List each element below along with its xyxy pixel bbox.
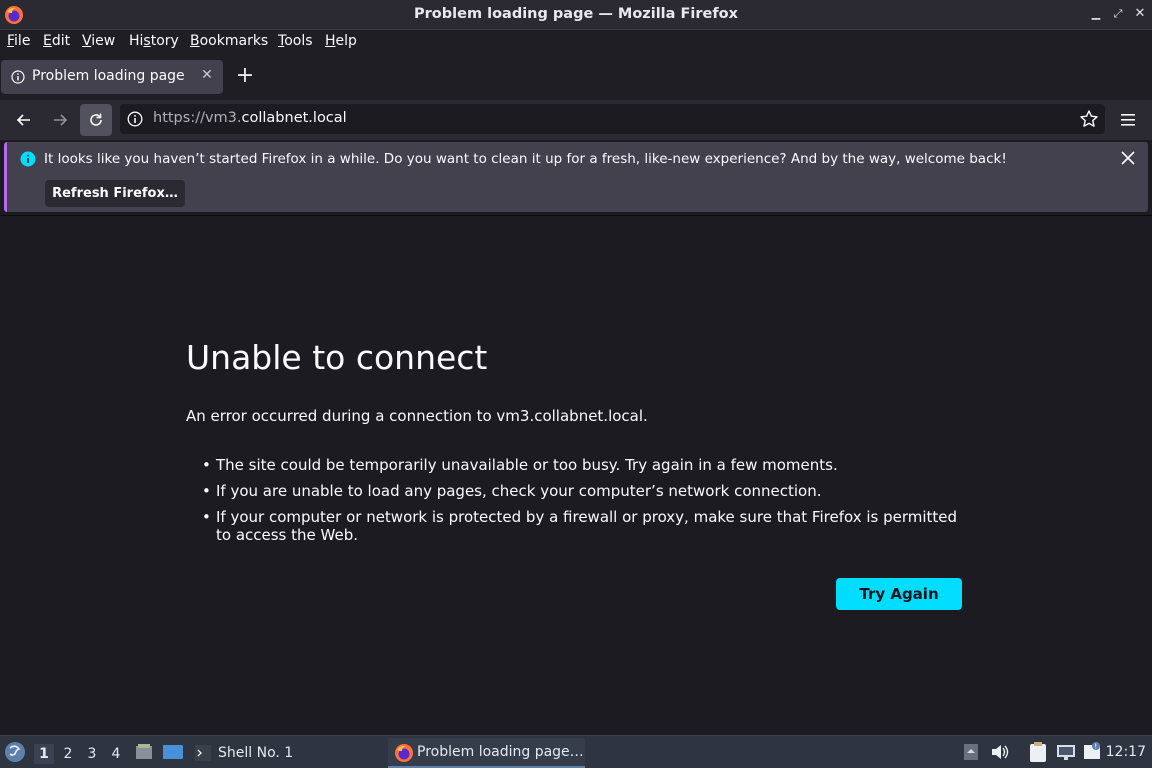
back-button[interactable] (8, 104, 40, 136)
menubar: File Edit View History Bookmarks Tools H… (0, 30, 1152, 54)
reload-icon (90, 113, 102, 126)
error-description: An error occurred during a connection to… (186, 407, 648, 425)
tray-up-icon[interactable] (962, 743, 980, 761)
network-icon[interactable] (1055, 743, 1077, 761)
file-manager-icon[interactable] (134, 742, 154, 762)
svg-text:!: ! (1094, 743, 1097, 751)
list-item: If your computer or network is protected… (202, 508, 976, 544)
hamburger-icon[interactable] (1118, 110, 1138, 130)
workspace-2[interactable]: 2 (58, 744, 78, 764)
terminal-icon (195, 745, 211, 761)
close-window-icon[interactable]: ✕ (1132, 6, 1148, 22)
volume-icon[interactable] (990, 743, 1010, 761)
nav-toolbar: https://vm3.collabnet.local (0, 100, 1152, 140)
notification-text: It looks like you haven’t started Firefo… (44, 151, 1007, 167)
arrow-left-icon (16, 114, 30, 126)
page-title: Unable to connect (186, 338, 488, 377)
list-item: If you are unable to load any pages, che… (202, 482, 976, 500)
clipboard-icon[interactable] (1028, 741, 1048, 763)
star-icon[interactable] (1079, 109, 1099, 129)
tab-close-icon[interactable]: ✕ (199, 67, 215, 85)
list-item: The site could be temporarily unavailabl… (202, 456, 976, 474)
workspace-3[interactable]: 3 (82, 744, 102, 764)
task-firefox-label: Problem loading page… (417, 744, 584, 760)
tab-problem-loading[interactable]: Problem loading page ✕ (1, 60, 223, 94)
url-scheme: https://vm3. (153, 110, 242, 126)
url-text[interactable]: https://vm3.collabnet.local (153, 110, 347, 126)
reload-button[interactable] (80, 104, 112, 136)
arrow-right-icon (54, 114, 68, 126)
info-icon (20, 151, 36, 167)
notification-icon[interactable]: ! (1082, 741, 1102, 763)
menu-file[interactable]: File (7, 33, 30, 49)
task-firefox[interactable]: Problem loading page… (388, 738, 585, 768)
desktop-icon[interactable] (162, 743, 184, 761)
maximize-icon[interactable]: ⤢ (1110, 6, 1126, 22)
error-suggestions: The site could be temporarily unavailabl… (202, 456, 976, 552)
try-again-button[interactable]: Try Again (836, 578, 962, 610)
taskbar: 1 2 3 4 Shell No. 1 Problem loading page… (0, 735, 1152, 768)
workspace-1[interactable]: 1 (34, 744, 54, 764)
workspace-4[interactable]: 4 (106, 744, 126, 764)
refresh-notification: It looks like you haven’t started Firefo… (4, 142, 1148, 212)
menu-edit[interactable]: Edit (43, 33, 70, 49)
window-titlebar: Problem loading page — Mozilla Firefox ▁… (0, 0, 1152, 30)
refresh-firefox-button[interactable]: Refresh Firefox… (45, 180, 185, 207)
menu-view[interactable]: View (82, 33, 115, 49)
menu-tools[interactable]: Tools (278, 33, 313, 49)
close-icon[interactable] (1118, 148, 1138, 168)
error-page: Unable to connect An error occurred duri… (0, 215, 1152, 735)
forward-button[interactable] (44, 104, 76, 136)
new-tab-button[interactable]: + (234, 65, 256, 87)
site-info-icon[interactable] (127, 111, 143, 127)
menu-history[interactable]: History (129, 33, 179, 49)
task-shell-label: Shell No. 1 (218, 745, 294, 761)
menu-bookmarks[interactable]: Bookmarks (190, 33, 268, 49)
task-shell[interactable]: Shell No. 1 (190, 738, 300, 768)
url-bar[interactable]: https://vm3.collabnet.local (120, 104, 1105, 134)
minimize-icon[interactable]: ▁ (1088, 6, 1104, 22)
clock: 12:17 (1105, 744, 1146, 760)
menu-help[interactable]: Help (325, 33, 357, 49)
firefox-logo-icon (395, 744, 413, 762)
window-title: Problem loading page — Mozilla Firefox (414, 6, 738, 22)
info-icon (11, 70, 25, 84)
url-host: collabnet.local (241, 110, 347, 126)
tab-label: Problem loading page (32, 68, 185, 84)
tab-strip: Problem loading page ✕ + (0, 54, 1152, 100)
start-menu-icon[interactable] (4, 741, 26, 763)
